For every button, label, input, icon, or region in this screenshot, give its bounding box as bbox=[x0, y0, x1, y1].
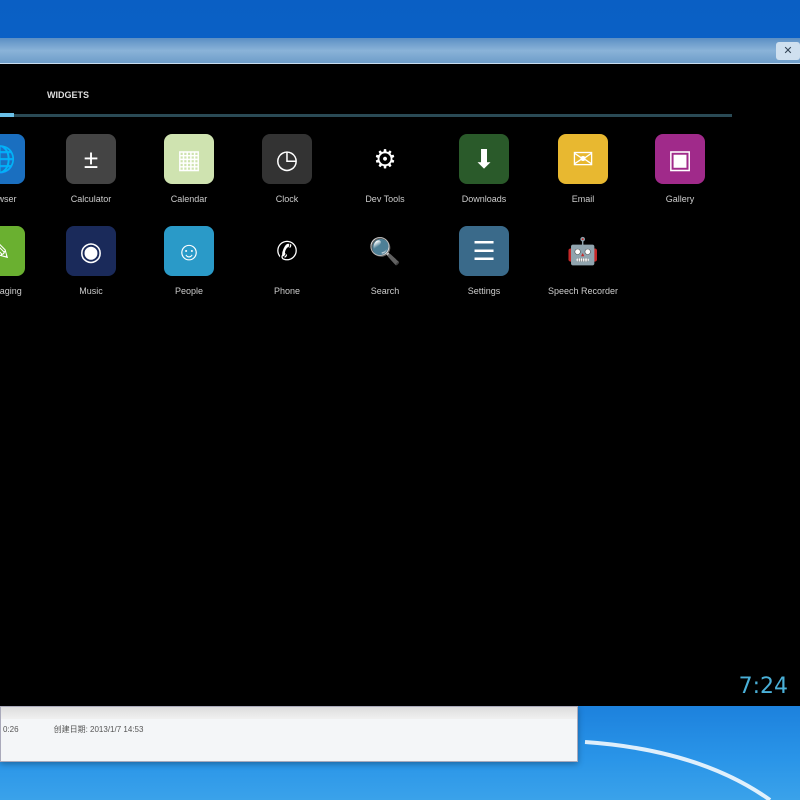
app-email[interactable]: ✉ Email bbox=[538, 134, 628, 216]
app-label: Messaging bbox=[0, 286, 22, 296]
app-label: Search bbox=[370, 286, 400, 296]
emulator-title-bar[interactable]: ✕ bbox=[0, 38, 800, 64]
app-calendar[interactable]: ▦ Calendar bbox=[144, 134, 234, 216]
settings-icon: ☰ bbox=[459, 226, 509, 276]
app-downloads[interactable]: ⬇ Downloads bbox=[439, 134, 529, 216]
calculator-icon: ± bbox=[66, 134, 116, 184]
calendar-icon: ▦ bbox=[164, 134, 214, 184]
explorer-date: 创建日期: 2013/1/7 14:53 bbox=[53, 725, 144, 734]
app-label: Calculator bbox=[70, 194, 112, 204]
app-label: Email bbox=[571, 194, 595, 204]
app-phone[interactable]: ✆ Phone bbox=[242, 226, 332, 308]
explorer-column-header bbox=[1, 707, 577, 719]
app-settings[interactable]: ☰ Settings bbox=[439, 226, 529, 308]
app-messaging[interactable]: ✎ Messaging bbox=[0, 226, 45, 308]
android-icon: 🤖 bbox=[558, 226, 608, 276]
clock-icon: ◷ bbox=[262, 134, 312, 184]
app-label: Browser bbox=[0, 194, 17, 204]
download-icon: ⬇ bbox=[459, 134, 509, 184]
people-icon: ☺ bbox=[164, 226, 214, 276]
app-search[interactable]: 🔍 Search bbox=[340, 226, 430, 308]
email-icon: ✉ bbox=[558, 134, 608, 184]
app-label: People bbox=[174, 286, 204, 296]
globe-icon: 🌐 bbox=[0, 134, 25, 184]
music-icon: ◉ bbox=[66, 226, 116, 276]
gallery-icon: ▣ bbox=[655, 134, 705, 184]
app-calculator[interactable]: ± Calculator bbox=[46, 134, 136, 216]
app-people[interactable]: ☺ People bbox=[144, 226, 234, 308]
messaging-icon: ✎ bbox=[0, 226, 25, 276]
close-button[interactable]: ✕ bbox=[776, 42, 800, 60]
app-label: Speech Recorder bbox=[547, 286, 619, 296]
app-gallery[interactable]: ▣ Gallery bbox=[635, 134, 725, 216]
app-speech-recorder[interactable]: 🤖 Speech Recorder bbox=[538, 226, 628, 308]
app-label: Calendar bbox=[170, 194, 208, 204]
app-label: Phone bbox=[273, 286, 301, 296]
emulator-screen: WIDGETS 🌐Browser±Calculator▦Calendar◷Clo… bbox=[0, 64, 800, 706]
app-dev-tools[interactable]: ⚙ Dev Tools bbox=[340, 134, 430, 216]
app-label: Music bbox=[79, 286, 103, 296]
app-label: Downloads bbox=[461, 194, 507, 204]
explorer-row[interactable]: 0:26 创建日期: 2013/1/7 14:53 bbox=[1, 719, 577, 735]
status-clock: 7:24 bbox=[738, 674, 788, 699]
app-grid: 🌐 Browser ± Calculator ▦ Calendar ◷ Clock ⚙ Dev T… bbox=[0, 64, 800, 324]
explorer-left-value: 0:26 bbox=[3, 725, 19, 734]
app-clock[interactable]: ◷ Clock bbox=[242, 134, 332, 216]
file-explorer-window: 0:26 创建日期: 2013/1/7 14:53 bbox=[0, 706, 578, 762]
app-label: Gallery bbox=[665, 194, 695, 204]
gear-icon: ⚙ bbox=[360, 134, 410, 184]
app-label: Clock bbox=[275, 194, 299, 204]
app-label: Settings bbox=[467, 286, 501, 296]
search-icon: 🔍 bbox=[360, 226, 410, 276]
app-music[interactable]: ◉ Music bbox=[46, 226, 136, 308]
app-label: Dev Tools bbox=[365, 194, 405, 204]
phone-icon: ✆ bbox=[262, 226, 312, 276]
app-browser[interactable]: 🌐 Browser bbox=[0, 134, 45, 216]
